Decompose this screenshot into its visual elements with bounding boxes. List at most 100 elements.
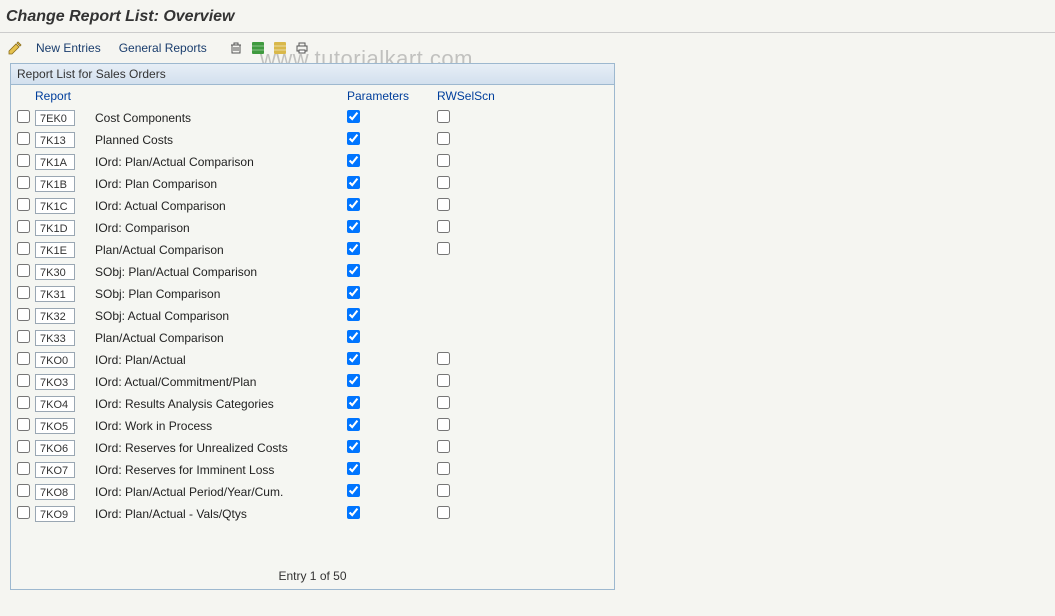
print-icon[interactable] [293,39,311,57]
report-description: IOrd: Reserves for Unrealized Costs [95,441,345,455]
report-code[interactable]: 7K1A [35,154,75,170]
report-code[interactable]: 7K32 [35,308,75,324]
report-description: IOrd: Actual/Commitment/Plan [95,375,345,389]
parameters-checkbox[interactable] [347,418,360,431]
row-select-checkbox[interactable] [17,462,30,475]
rwselscn-checkbox[interactable] [437,418,450,431]
parameters-checkbox[interactable] [347,462,360,475]
parameters-checkbox[interactable] [347,154,360,167]
rwselscn-checkbox[interactable] [437,352,450,365]
report-code[interactable]: 7K33 [35,330,75,346]
table-row: 7K1BIOrd: Plan Comparison [17,173,608,195]
row-select-checkbox[interactable] [17,264,30,277]
report-description: IOrd: Reserves for Imminent Loss [95,463,345,477]
row-select-checkbox[interactable] [17,110,30,123]
rwselscn-checkbox[interactable] [437,154,450,167]
parameters-checkbox[interactable] [347,110,360,123]
toolbar: New Entries General Reports [0,33,1055,63]
parameters-checkbox[interactable] [347,264,360,277]
report-code[interactable]: 7K13 [35,132,75,148]
row-select-checkbox[interactable] [17,220,30,233]
report-list-panel: Report List for Sales Orders Report Para… [10,63,615,590]
report-code[interactable]: 7KO9 [35,506,75,522]
rwselscn-checkbox[interactable] [437,176,450,189]
rwselscn-checkbox[interactable] [437,374,450,387]
parameters-checkbox[interactable] [347,308,360,321]
report-code[interactable]: 7KO4 [35,396,75,412]
parameters-checkbox[interactable] [347,220,360,233]
report-code[interactable]: 7KO5 [35,418,75,434]
table-row: 7K33 Plan/Actual Comparison [17,327,608,349]
parameters-checkbox[interactable] [347,198,360,211]
parameters-checkbox[interactable] [347,176,360,189]
report-code[interactable]: 7K31 [35,286,75,302]
report-description: SObj: Actual Comparison [95,309,345,323]
table-row: 7KO5 IOrd: Work in Process [17,415,608,437]
report-code[interactable]: 7KO0 [35,352,75,368]
edit-icon[interactable] [6,39,24,57]
rwselscn-checkbox[interactable] [437,242,450,255]
report-code[interactable]: 7K1B [35,176,75,192]
parameters-checkbox[interactable] [347,330,360,343]
table-row: 7KO6 IOrd: Reserves for Unrealized Costs [17,437,608,459]
row-select-checkbox[interactable] [17,330,30,343]
col-report[interactable]: Report [35,89,95,103]
row-select-checkbox[interactable] [17,418,30,431]
select-all-icon[interactable] [249,39,267,57]
parameters-checkbox[interactable] [347,484,360,497]
report-description: Plan/Actual Comparison [95,331,345,345]
parameters-checkbox[interactable] [347,396,360,409]
table-row: 7KO9 IOrd: Plan/Actual - Vals/Qtys [17,503,608,525]
report-code[interactable]: 7K1C [35,198,75,214]
row-select-checkbox[interactable] [17,506,30,519]
parameters-checkbox[interactable] [347,242,360,255]
report-code[interactable]: 7K30 [35,264,75,280]
deselect-all-icon[interactable] [271,39,289,57]
rwselscn-checkbox[interactable] [437,198,450,211]
report-code[interactable]: 7EK0 [35,110,75,126]
report-code[interactable]: 7K1E [35,242,75,258]
report-code[interactable]: 7KO7 [35,462,75,478]
rwselscn-checkbox[interactable] [437,484,450,497]
parameters-checkbox[interactable] [347,132,360,145]
col-parameters[interactable]: Parameters [345,89,435,103]
row-select-checkbox[interactable] [17,484,30,497]
rwselscn-checkbox[interactable] [437,462,450,475]
new-entries-button[interactable]: New Entries [30,39,107,57]
rwselscn-checkbox[interactable] [437,506,450,519]
report-description: IOrd: Work in Process [95,419,345,433]
delete-icon[interactable] [227,39,245,57]
report-description: Plan/Actual Comparison [95,243,345,257]
parameters-checkbox[interactable] [347,506,360,519]
report-code[interactable]: 7K1D [35,220,75,236]
report-code[interactable]: 7KO3 [35,374,75,390]
parameters-checkbox[interactable] [347,286,360,299]
rwselscn-checkbox[interactable] [437,220,450,233]
rwselscn-checkbox[interactable] [437,132,450,145]
report-description: IOrd: Plan/Actual - Vals/Qtys [95,507,345,521]
row-select-checkbox[interactable] [17,154,30,167]
row-select-checkbox[interactable] [17,308,30,321]
row-select-checkbox[interactable] [17,176,30,189]
rwselscn-checkbox[interactable] [437,396,450,409]
row-select-checkbox[interactable] [17,132,30,145]
row-select-checkbox[interactable] [17,374,30,387]
report-code[interactable]: 7KO6 [35,440,75,456]
parameters-checkbox[interactable] [347,352,360,365]
row-select-checkbox[interactable] [17,396,30,409]
col-rwselscn[interactable]: RWSelScn [435,89,525,103]
report-description: SObj: Plan Comparison [95,287,345,301]
report-code[interactable]: 7KO8 [35,484,75,500]
row-select-checkbox[interactable] [17,198,30,211]
parameters-checkbox[interactable] [347,374,360,387]
row-select-checkbox[interactable] [17,440,30,453]
row-select-checkbox[interactable] [17,242,30,255]
row-select-checkbox[interactable] [17,352,30,365]
parameters-checkbox[interactable] [347,440,360,453]
row-select-checkbox[interactable] [17,286,30,299]
rwselscn-checkbox[interactable] [437,110,450,123]
general-reports-button[interactable]: General Reports [113,39,213,57]
report-description: IOrd: Results Analysis Categories [95,397,345,411]
panel-title: Report List for Sales Orders [11,64,614,85]
rwselscn-checkbox[interactable] [437,440,450,453]
